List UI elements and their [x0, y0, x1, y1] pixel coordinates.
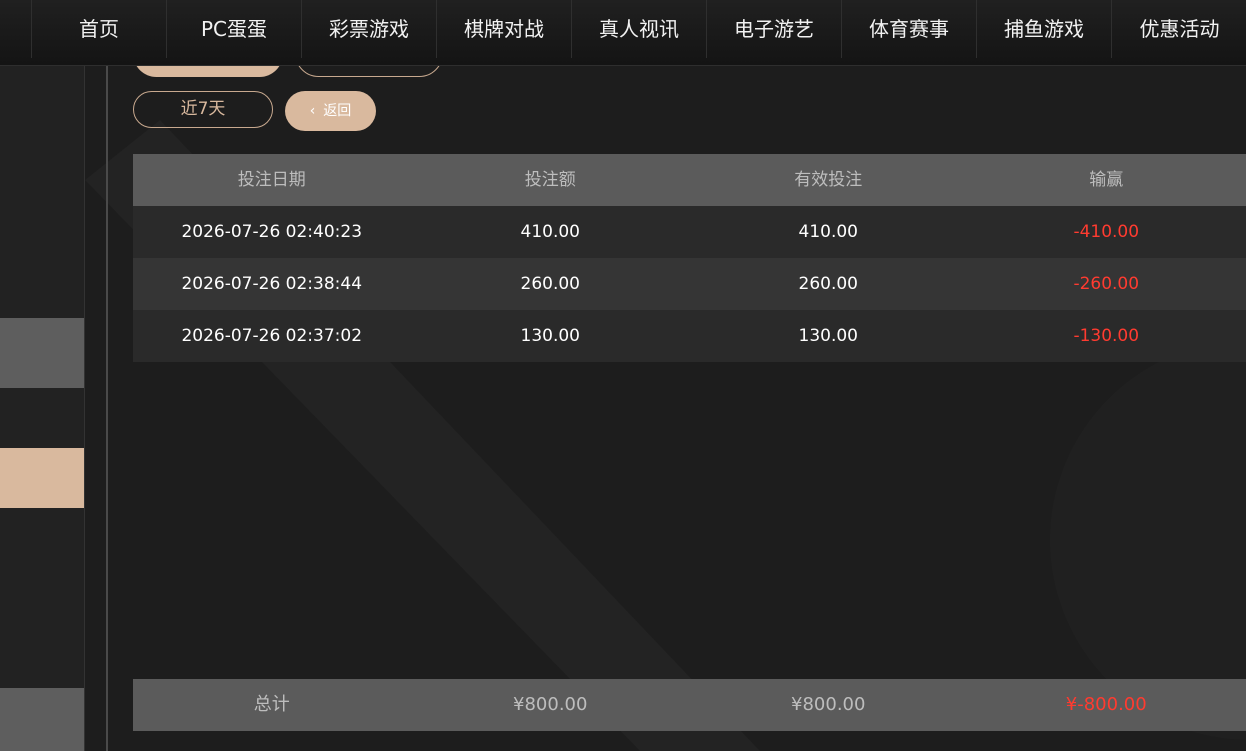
back-button[interactable]: ‹ 返回	[285, 91, 376, 131]
total-valid-bet: ¥800.00	[791, 694, 866, 715]
sidebar-item-active[interactable]	[0, 448, 84, 508]
divider	[84, 65, 85, 751]
table-row: 2026-07-26 02:38:44 260.00 260.00 -260.0…	[133, 258, 1246, 310]
last-7-days-button[interactable]: 近7天	[133, 91, 273, 128]
cell-bet: 410.00	[520, 222, 580, 242]
column-header-win-loss: 输赢	[1089, 170, 1124, 190]
back-button-label: 返回	[323, 103, 352, 119]
table-row: 2026-07-26 02:37:02 130.00 130.00 -130.0…	[133, 310, 1246, 362]
total-row: 总计 ¥800.00 ¥800.00 ¥-800.00	[133, 679, 1246, 731]
chevron-left-icon: ‹	[309, 103, 316, 119]
column-header-date: 投注日期	[237, 170, 306, 190]
cell-date: 2026-07-26 02:37:02	[181, 326, 363, 346]
cell-win-loss: -410.00	[1073, 222, 1140, 242]
cell-date: 2026-07-26 02:40:23	[181, 222, 363, 242]
column-header-bet: 投注额	[524, 170, 576, 190]
cell-win-loss: -130.00	[1073, 326, 1140, 346]
nav-item-slots[interactable]: 电子游艺	[706, 0, 841, 58]
nav-item-promotions[interactable]: 优惠活动	[1111, 0, 1246, 58]
cell-win-loss: -260.00	[1073, 274, 1140, 294]
nav-item-lottery[interactable]: 彩票游戏	[301, 0, 436, 58]
bet-records-table: 投注日期 投注额 有效投注 输赢 2026-07-26 02:40:23 410…	[133, 154, 1246, 362]
nav-item-sports[interactable]: 体育赛事	[841, 0, 976, 58]
top-navigation: 首页 PC蛋蛋 彩票游戏 棋牌对战 真人视讯 电子游艺 体育赛事 捕鱼游戏 优惠…	[0, 0, 1246, 66]
sidebar	[0, 65, 85, 751]
table-row: 2026-07-26 02:40:23 410.00 410.00 -410.0…	[133, 206, 1246, 258]
table-header: 投注日期 投注额 有效投注 输赢	[133, 154, 1246, 206]
nav-item-pc-eggs[interactable]: PC蛋蛋	[166, 0, 301, 58]
cell-valid-bet: 410.00	[798, 222, 858, 242]
total-bet: ¥800.00	[513, 694, 588, 715]
cell-bet: 260.00	[520, 274, 580, 294]
cell-bet: 130.00	[520, 326, 580, 346]
page: 首页 PC蛋蛋 彩票游戏 棋牌对战 真人视讯 电子游艺 体育赛事 捕鱼游戏 优惠…	[0, 0, 1246, 751]
nav-item-fishing[interactable]: 捕鱼游戏	[976, 0, 1111, 58]
divider	[106, 65, 108, 751]
total-label: 总计	[253, 694, 290, 715]
nav-item-card-games[interactable]: 棋牌对战	[436, 0, 571, 58]
total-win-loss: ¥-800.00	[1065, 694, 1147, 715]
cell-valid-bet: 260.00	[798, 274, 858, 294]
sidebar-item[interactable]	[0, 318, 84, 388]
column-header-valid-bet: 有效投注	[794, 170, 863, 190]
sidebar-item[interactable]	[0, 688, 84, 751]
cell-valid-bet: 130.00	[798, 326, 858, 346]
nav-item-live-casino[interactable]: 真人视讯	[571, 0, 706, 58]
nav-item-home[interactable]: 首页	[31, 0, 166, 58]
cell-date: 2026-07-26 02:38:44	[181, 274, 363, 294]
